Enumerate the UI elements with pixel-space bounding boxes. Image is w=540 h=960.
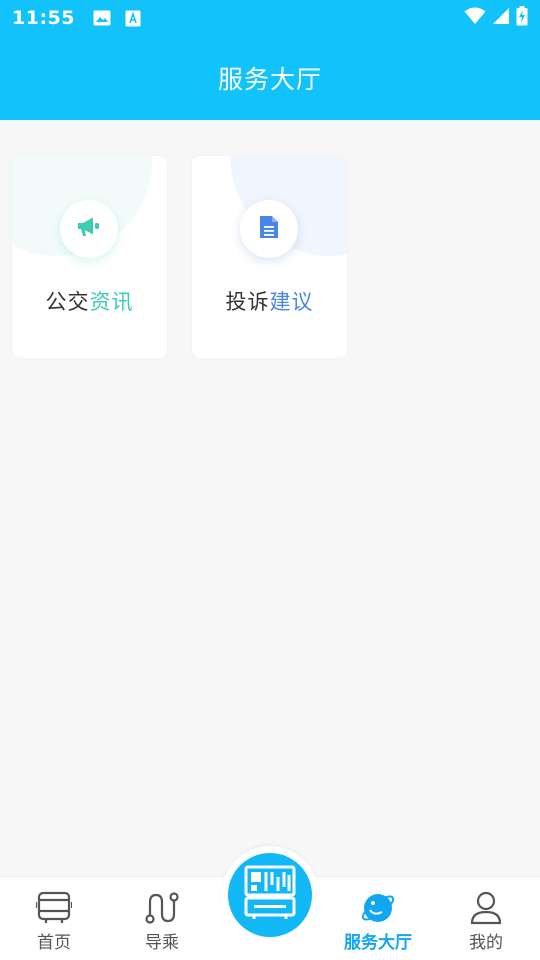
card-complaint-suggestion[interactable]: 投诉建议 [192,156,347,358]
tab-mine[interactable]: 我的 [432,877,540,960]
status-bar: 11:55 [0,0,540,36]
card-label: 投诉建议 [225,290,314,314]
tab-home[interactable]: 首页 [0,877,108,960]
center-button-circle [228,853,312,937]
megaphone-icon [76,216,102,242]
planet-icon [360,890,396,926]
battery-charging-icon [516,6,528,30]
wifi-icon [464,7,486,29]
page-title: 服务大厅 [217,65,322,94]
signal-icon [492,7,510,29]
tab-service-hall[interactable]: 服务大厅 [324,877,432,960]
document-icon [259,215,279,243]
center-qr-bus-button[interactable] [221,846,319,944]
bus-icon [36,890,72,926]
status-time: 11:55 [12,7,75,29]
card-label: 公交资讯 [45,290,134,314]
card-icon-circle [240,200,298,258]
card-icon-circle [60,200,118,258]
service-content: 公交资讯 投诉建议 [0,120,540,876]
image-icon [93,10,111,26]
qr-bus-icon [242,865,298,925]
app-header: 服务大厅 [0,36,540,120]
keyboard-a-icon [125,10,141,27]
card-bus-news[interactable]: 公交资讯 [12,156,167,358]
tab-guide[interactable]: 导乘 [108,877,216,960]
user-icon [468,890,504,926]
route-icon [144,890,180,926]
